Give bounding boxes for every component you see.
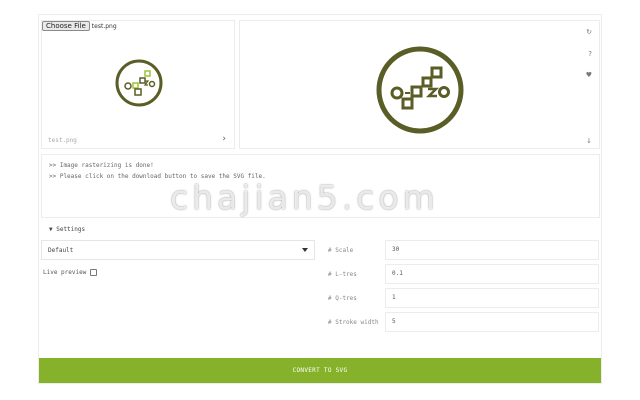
console-line: >> Please click on the download button t… <box>49 173 266 180</box>
input-image-preview <box>115 59 163 107</box>
convert-to-svg-button[interactable]: CONVERT TO SVG <box>39 358 601 383</box>
status-console: >> Image rasterizing is done! >> Please … <box>41 154 600 218</box>
svg-output-preview <box>376 46 464 134</box>
settings-toggle[interactable]: ▼ Settings <box>49 226 85 233</box>
q-tres-label: # Q-tres <box>328 295 357 302</box>
download-icon[interactable]: ↓ <box>586 137 592 145</box>
live-preview-option: Live preview <box>43 269 98 276</box>
choose-file-button[interactable]: Choose File <box>42 21 90 31</box>
svg-output-panel: ↻ ? ♥ ↓ <box>239 20 600 149</box>
l-tres-input[interactable]: 0.1 <box>385 264 599 284</box>
chevron-right-icon[interactable]: › <box>222 134 226 144</box>
file-picker: Choose File test.png <box>42 21 117 31</box>
help-icon[interactable]: ? <box>588 50 592 58</box>
stroke-width-input[interactable]: 5 <box>385 312 599 332</box>
input-image-name: test.png <box>48 137 77 144</box>
preset-select[interactable]: Default <box>41 240 315 260</box>
scale-label: # Scale <box>328 247 354 254</box>
refresh-icon[interactable]: ↻ <box>586 28 592 36</box>
live-preview-checkbox[interactable] <box>90 269 98 276</box>
console-line: >> Image rasterizing is done! <box>49 162 154 169</box>
l-tres-label: # L-tres <box>328 271 357 278</box>
preset-select-value: Default <box>48 246 74 254</box>
scale-input[interactable]: 30 <box>385 240 599 260</box>
chevron-down-icon <box>302 248 308 252</box>
svg-converter-app: test.png › Choose File test.png ↻ ? ♥ ↓ … <box>38 14 602 384</box>
q-tres-input[interactable]: 1 <box>385 288 599 308</box>
heart-icon[interactable]: ♥ <box>586 71 592 79</box>
stroke-width-label: # Stroke width <box>328 319 379 326</box>
live-preview-label: Live preview <box>43 269 87 276</box>
input-preview-panel: test.png › <box>41 20 235 149</box>
chosen-file-name: test.png <box>91 22 117 30</box>
